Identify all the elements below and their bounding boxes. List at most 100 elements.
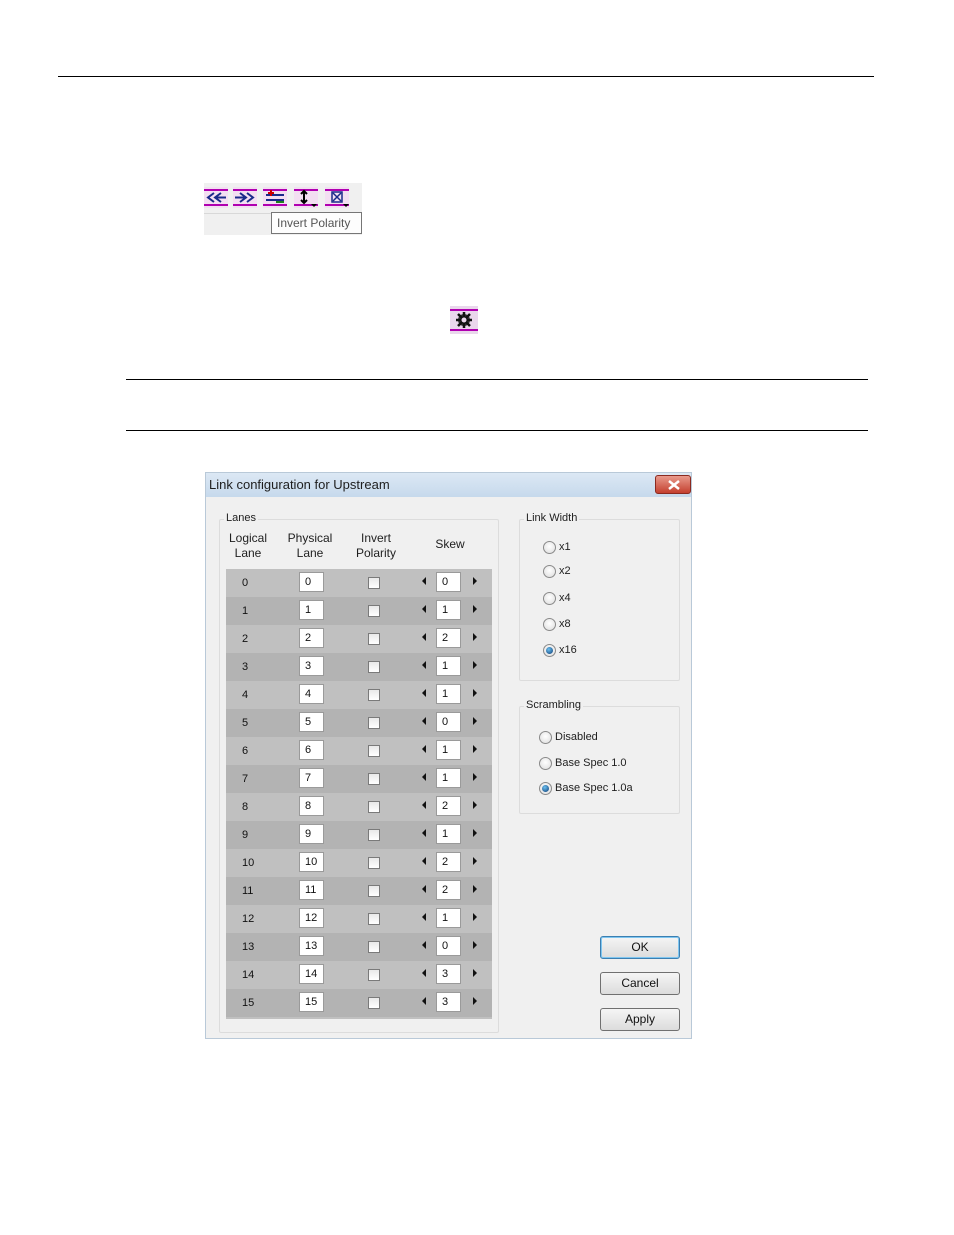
skew-decrement-arrow-icon[interactable]: [422, 745, 426, 753]
skew-increment-arrow-icon[interactable]: [473, 773, 477, 781]
physical-lane-input[interactable]: 8: [299, 796, 324, 816]
cancel-button[interactable]: Cancel: [600, 972, 680, 995]
skew-input[interactable]: 3: [436, 964, 461, 984]
scrambling-radio[interactable]: [539, 731, 552, 744]
ok-button[interactable]: OK: [600, 936, 680, 959]
skew-decrement-arrow-icon[interactable]: [422, 885, 426, 893]
skew-input[interactable]: 1: [436, 600, 461, 620]
apply-button[interactable]: Apply: [600, 1008, 680, 1031]
skew-input[interactable]: 2: [436, 796, 461, 816]
move-lanes-right-icon[interactable]: [233, 187, 257, 208]
skew-input[interactable]: 1: [436, 684, 461, 704]
invert-polarity-checkbox[interactable]: [368, 633, 380, 645]
skew-increment-arrow-icon[interactable]: [473, 969, 477, 977]
skew-increment-arrow-icon[interactable]: [473, 997, 477, 1005]
move-lanes-left-icon[interactable]: [204, 187, 228, 208]
skew-decrement-arrow-icon[interactable]: [422, 633, 426, 641]
physical-lane-input[interactable]: 15: [299, 992, 324, 1012]
skew-decrement-arrow-icon[interactable]: [422, 997, 426, 1005]
scrambling-radio[interactable]: [539, 757, 552, 770]
skew-decrement-arrow-icon[interactable]: [422, 661, 426, 669]
skew-input[interactable]: 1: [436, 740, 461, 760]
skew-increment-arrow-icon[interactable]: [473, 605, 477, 613]
invert-polarity-checkbox[interactable]: [368, 829, 380, 841]
physical-lane-input[interactable]: 7: [299, 768, 324, 788]
skew-input[interactable]: 1: [436, 824, 461, 844]
physical-lane-input[interactable]: 0: [299, 572, 324, 592]
dialog-title-bar[interactable]: Link configuration for Upstream: [206, 473, 691, 497]
physical-lane-input[interactable]: 6: [299, 740, 324, 760]
skew-increment-arrow-icon[interactable]: [473, 661, 477, 669]
link-width-radio[interactable]: [543, 644, 556, 657]
skew-decrement-arrow-icon[interactable]: [422, 577, 426, 585]
skew-decrement-arrow-icon[interactable]: [422, 689, 426, 697]
skew-input[interactable]: 0: [436, 936, 461, 956]
skew-increment-arrow-icon[interactable]: [473, 577, 477, 585]
physical-lane-input[interactable]: 5: [299, 712, 324, 732]
physical-lane-input[interactable]: 1: [299, 600, 324, 620]
link-width-radio[interactable]: [543, 618, 556, 632]
invert-polarity-checkbox[interactable]: [368, 717, 380, 729]
skew-increment-arrow-icon[interactable]: [473, 941, 477, 949]
skew-increment-arrow-icon[interactable]: [473, 689, 477, 697]
invert-polarity-checkbox[interactable]: [368, 577, 380, 589]
skew-decrement-arrow-icon[interactable]: [422, 941, 426, 949]
skew-input[interactable]: 3: [436, 992, 461, 1012]
invert-polarity-checkbox[interactable]: [368, 605, 380, 617]
physical-lane-input[interactable]: 4: [299, 684, 324, 704]
invert-polarity-checkbox[interactable]: [368, 997, 380, 1009]
scrambling-radio[interactable]: [539, 782, 552, 795]
skew-input[interactable]: 1: [436, 768, 461, 788]
invert-polarity-checkbox[interactable]: [368, 913, 380, 925]
skew-input[interactable]: 1: [436, 656, 461, 676]
skew-decrement-arrow-icon[interactable]: [422, 913, 426, 921]
invert-polarity-checkbox[interactable]: [368, 857, 380, 869]
skew-increment-arrow-icon[interactable]: [473, 857, 477, 865]
skew-increment-arrow-icon[interactable]: [473, 801, 477, 809]
link-width-group-label: Link Width: [524, 512, 580, 524]
skew-decrement-arrow-icon[interactable]: [422, 717, 426, 725]
skew-decrement-arrow-icon[interactable]: [422, 605, 426, 613]
physical-lane-input[interactable]: 13: [299, 936, 324, 956]
physical-lane-input[interactable]: 11: [299, 880, 324, 900]
logical-lane-value: 8: [242, 801, 249, 813]
add-lane-icon[interactable]: [263, 187, 287, 208]
skew-increment-arrow-icon[interactable]: [473, 745, 477, 753]
invert-polarity-checkbox[interactable]: [368, 969, 380, 981]
skew-decrement-arrow-icon[interactable]: [422, 857, 426, 865]
skew-decrement-arrow-icon[interactable]: [422, 829, 426, 837]
link-width-radio[interactable]: [543, 541, 556, 554]
lane-config-icon[interactable]: [325, 187, 349, 208]
skew-increment-arrow-icon[interactable]: [473, 913, 477, 921]
invert-polarity-icon[interactable]: [294, 187, 318, 208]
skew-increment-arrow-icon[interactable]: [473, 885, 477, 893]
skew-increment-arrow-icon[interactable]: [473, 717, 477, 725]
skew-increment-arrow-icon[interactable]: [473, 633, 477, 641]
link-width-radio[interactable]: [543, 565, 556, 578]
link-width-radio[interactable]: [543, 592, 556, 605]
skew-decrement-arrow-icon[interactable]: [422, 801, 426, 809]
invert-polarity-checkbox[interactable]: [368, 941, 380, 953]
close-button[interactable]: [655, 475, 691, 494]
physical-lane-input[interactable]: 10: [299, 852, 324, 872]
invert-polarity-checkbox[interactable]: [368, 801, 380, 813]
skew-input[interactable]: 0: [436, 712, 461, 732]
skew-decrement-arrow-icon[interactable]: [422, 773, 426, 781]
invert-polarity-checkbox[interactable]: [368, 689, 380, 701]
skew-increment-arrow-icon[interactable]: [473, 829, 477, 837]
invert-polarity-checkbox[interactable]: [368, 661, 380, 673]
skew-input[interactable]: 2: [436, 880, 461, 900]
invert-polarity-checkbox[interactable]: [368, 773, 380, 785]
skew-decrement-arrow-icon[interactable]: [422, 969, 426, 977]
skew-input[interactable]: 2: [436, 628, 461, 648]
physical-lane-input[interactable]: 3: [299, 656, 324, 676]
physical-lane-input[interactable]: 12: [299, 908, 324, 928]
skew-input[interactable]: 1: [436, 908, 461, 928]
physical-lane-input[interactable]: 2: [299, 628, 324, 648]
physical-lane-input[interactable]: 14: [299, 964, 324, 984]
skew-input[interactable]: 2: [436, 852, 461, 872]
invert-polarity-checkbox[interactable]: [368, 885, 380, 897]
skew-input[interactable]: 0: [436, 572, 461, 592]
physical-lane-input[interactable]: 9: [299, 824, 324, 844]
invert-polarity-checkbox[interactable]: [368, 745, 380, 757]
